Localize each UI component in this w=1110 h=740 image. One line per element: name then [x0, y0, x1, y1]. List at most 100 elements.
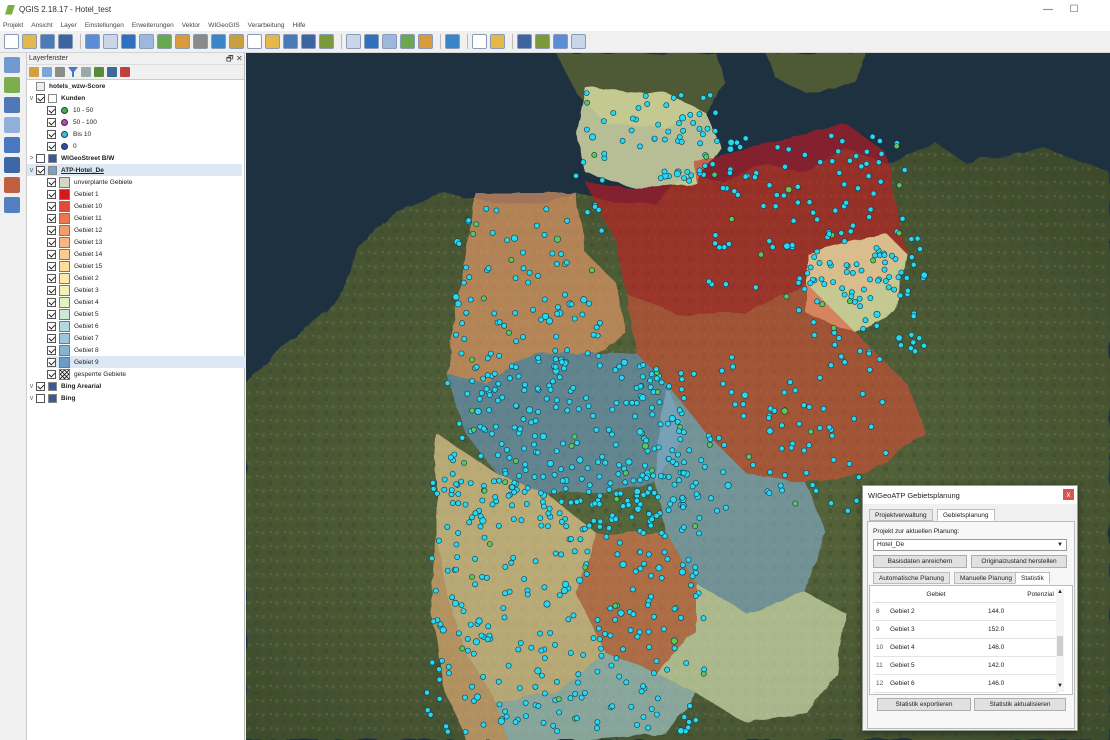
table-row[interactable]: 10 Gebiet 4 146.0 — [873, 638, 1058, 657]
layer-visibility-checkbox[interactable] — [47, 117, 56, 127]
menu-einstellungen[interactable]: Einstellungen — [85, 22, 124, 29]
layer-tree-row[interactable]: 10 - 50 — [47, 104, 262, 116]
menu-projekt[interactable]: Projekt — [3, 22, 23, 29]
add-spatialite-icon[interactable] — [4, 117, 20, 133]
layer-tree-row[interactable]: 0 — [47, 140, 262, 152]
identify-icon[interactable] — [346, 34, 361, 49]
add-vector-layer-icon[interactable] — [4, 57, 20, 73]
menu-vektor[interactable]: Vektor — [182, 22, 200, 29]
menu-ansicht[interactable]: Ansicht — [31, 22, 52, 29]
tab-gebietsplanung[interactable]: Gebietsplanung — [937, 509, 995, 521]
layer-tree-row[interactable]: Gebiet 1 — [47, 188, 262, 200]
layer-visibility-checkbox[interactable] — [47, 177, 56, 187]
tab-projektverwaltung[interactable]: Projektverwaltung — [869, 509, 933, 521]
layer-visibility-checkbox[interactable] — [47, 273, 56, 283]
tree-expander-icon[interactable]: v — [27, 395, 36, 402]
layer-visibility-checkbox[interactable] — [47, 333, 56, 343]
table-row[interactable]: 9 Gebiet 3 152.0 — [873, 620, 1058, 639]
pan-touch-icon[interactable] — [85, 34, 100, 49]
layer-visibility-checkbox[interactable] — [47, 309, 56, 319]
zoom-layer-icon[interactable] — [229, 34, 244, 49]
save-project-icon[interactable] — [40, 34, 55, 49]
layer-visibility-checkbox[interactable] — [47, 357, 56, 367]
layer-visibility-checkbox[interactable] — [47, 297, 56, 307]
menu-layer[interactable]: Layer — [61, 22, 77, 29]
subtab-automatische-planung[interactable]: Automatische Planung — [873, 572, 951, 584]
layer-visibility-checkbox[interactable] — [47, 141, 56, 151]
layer-visibility-checkbox[interactable] — [36, 93, 45, 103]
new-project-icon[interactable] — [4, 34, 19, 49]
pan-to-selection-icon[interactable] — [121, 34, 136, 49]
layer-tree-row[interactable]: Gebiet 11 — [47, 212, 262, 224]
dialog-close-button[interactable]: x — [1063, 489, 1074, 500]
scroll-down-icon[interactable]: ▼ — [1057, 683, 1063, 689]
add-wcs-icon[interactable] — [4, 157, 20, 173]
add-raster-layer-icon[interactable] — [4, 77, 20, 93]
menu-wigeogis[interactable]: WIGeoGIS — [208, 22, 239, 29]
table-row[interactable]: 12 Gebiet 6 146.0 — [873, 674, 1058, 693]
layer-visibility-checkbox[interactable] — [36, 393, 45, 403]
minimize-button[interactable]: — — [1034, 0, 1062, 19]
filter-icon[interactable] — [68, 67, 78, 77]
zoom-out-icon[interactable] — [157, 34, 172, 49]
layer-tree-row[interactable]: Gebiet 9 — [47, 356, 262, 368]
layer-visibility-checkbox[interactable] — [47, 189, 56, 199]
layer-tree-row[interactable]: Gebiet 10 — [47, 200, 262, 212]
originalzustand-button[interactable]: Originalzustand herstellen — [971, 555, 1067, 568]
subtab-manuelle-planung[interactable]: Manuelle Planung — [954, 572, 1019, 584]
layer-tree-row[interactable]: v Bing Arearial — [27, 380, 242, 392]
layer-visibility-checkbox[interactable] — [47, 213, 56, 223]
layer-tree-row[interactable]: Gebiet 8 — [47, 344, 262, 356]
statistik-exportieren-button[interactable]: Statistik exportieren — [877, 698, 971, 711]
select-features-icon[interactable] — [364, 34, 379, 49]
layer-tree-row[interactable]: unverplante Gebiete — [47, 176, 262, 188]
layer-tree-row[interactable]: Gebiet 12 — [47, 224, 262, 236]
statistik-aktualisieren-button[interactable]: Statistik aktualisieren — [974, 698, 1066, 711]
add-delimited-text-icon[interactable] — [4, 177, 20, 193]
layer-visibility-checkbox[interactable] — [47, 225, 56, 235]
column-header-potenzial[interactable]: Potenzial — [985, 588, 1058, 603]
layer-tree-row[interactable]: Gebiet 14 — [47, 248, 262, 260]
subtab-statistik[interactable]: Statistik — [1015, 572, 1050, 584]
layer-tree-row[interactable]: v Bing — [27, 392, 242, 404]
layer-visibility-checkbox[interactable] — [47, 249, 56, 259]
menu-erweiterungen[interactable]: Erweiterungen — [132, 22, 174, 29]
layer-tree-row[interactable]: Bis 10 — [47, 128, 262, 140]
layer-tree-row[interactable]: > WIGeoStreet B/W — [27, 152, 242, 164]
add-oracle-icon[interactable] — [4, 197, 20, 213]
zoom-full-icon[interactable] — [193, 34, 208, 49]
zoom-last-icon[interactable] — [247, 34, 262, 49]
menu-verarbeitung[interactable]: Verarbeitung — [248, 22, 285, 29]
layer-visibility-checkbox[interactable] — [47, 105, 56, 115]
show-bookmarks-icon[interactable] — [301, 34, 316, 49]
select-value-icon[interactable] — [382, 34, 397, 49]
layer-visibility-checkbox[interactable] — [47, 201, 56, 211]
map-gear-icon[interactable] — [553, 34, 568, 49]
layer-visibility-checkbox[interactable] — [36, 165, 45, 175]
add-wms-icon[interactable] — [4, 137, 20, 153]
layer-upload-icon[interactable] — [472, 34, 487, 49]
refresh-icon[interactable] — [319, 34, 334, 49]
layer-tree-row[interactable]: v Kunden — [27, 92, 242, 104]
collapse-all-icon[interactable] — [107, 67, 117, 77]
save-as-icon[interactable] — [58, 34, 73, 49]
zoom-next-icon[interactable] — [265, 34, 280, 49]
tree-expander-icon[interactable]: > — [27, 155, 36, 162]
new-bookmark-icon[interactable] — [283, 34, 298, 49]
map-blue-icon[interactable] — [535, 34, 550, 49]
layer-visibility-checkbox[interactable] — [36, 153, 45, 163]
layer-visibility-checkbox[interactable] — [47, 129, 56, 139]
layer-tree-row[interactable]: gesperrte Gebiete — [47, 368, 262, 380]
table-row[interactable]: 11 Gebiet 5 142.0 — [873, 656, 1058, 675]
layer-tree-row[interactable]: Gebiet 3 — [47, 284, 262, 296]
add-postgis-icon[interactable] — [4, 97, 20, 113]
zoom-layer-blue-icon[interactable] — [517, 34, 532, 49]
column-header-gebiet[interactable]: Gebiet — [887, 588, 985, 603]
layer-tree-row[interactable]: 50 - 100 — [47, 116, 262, 128]
layer-tree-row[interactable]: v ATP-Hotel_De — [27, 164, 242, 176]
filter-expression-icon[interactable] — [81, 67, 91, 77]
zoom-in-icon[interactable] — [139, 34, 154, 49]
open-project-icon[interactable] — [22, 34, 37, 49]
maximize-button[interactable]: ☐ — [1060, 0, 1088, 19]
table-scrollbar[interactable]: ▲ ▼ — [1056, 588, 1064, 692]
